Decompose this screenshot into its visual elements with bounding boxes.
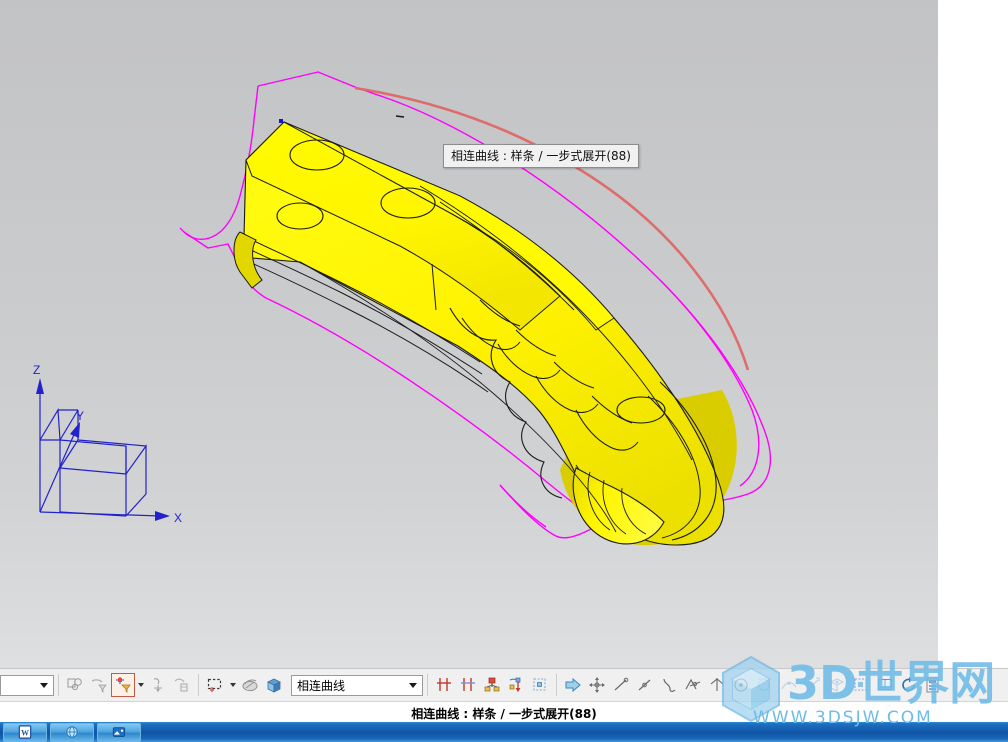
direction-arrow-button[interactable] — [561, 673, 585, 697]
tangent-snap-icon — [758, 678, 771, 691]
tangent-snap-button[interactable] — [753, 673, 777, 697]
end-point-snap-button[interactable] — [609, 673, 633, 697]
existing-point-button[interactable] — [801, 673, 825, 697]
rectangle-marquee-icon — [207, 678, 222, 692]
wcs-snap-button[interactable] — [849, 673, 873, 697]
triad-label-y: Y — [76, 409, 84, 423]
selection-scope-combo[interactable] — [0, 674, 54, 696]
cad-application-window: Z Y X 相连曲线 : 样条 / 一步式展开(88) 相连曲线 相连曲线: … — [0, 0, 1008, 742]
selection-handle-marker — [279, 119, 283, 123]
browser-globe-icon — [66, 726, 78, 738]
filter-selection-button[interactable] — [87, 673, 111, 697]
chevron-down-icon — [40, 682, 48, 688]
word-document-icon: W — [18, 725, 32, 739]
curve-rule-combo[interactable]: 相连曲线 — [291, 674, 423, 696]
select-objects-icon — [67, 678, 82, 691]
chain-features-icon — [484, 677, 500, 692]
arrow-right-icon — [565, 677, 581, 693]
rectangle-select-dropdown[interactable] — [227, 673, 238, 697]
chain-within-features-button[interactable] — [480, 673, 504, 697]
refresh-circle-icon — [902, 677, 915, 692]
intersection-snap-icon — [685, 678, 701, 690]
endpoint-snap-icon — [614, 677, 629, 691]
intersection-snap-button[interactable] — [681, 673, 705, 697]
select-component-button[interactable] — [170, 673, 194, 697]
wcs-snap-icon — [854, 678, 867, 691]
status-bar: 相连曲线 : 样条 / 一步式展开(88) — [0, 702, 1008, 723]
snap-point-dropdown[interactable] — [135, 673, 146, 697]
point-on-curve-icon — [781, 681, 797, 690]
snap-grid-button[interactable] — [528, 673, 552, 697]
shaded-face-icon — [242, 679, 258, 692]
point-on-face-icon — [829, 678, 845, 692]
stop-at-intersection-button[interactable] — [432, 673, 456, 697]
svg-text:W: W — [21, 729, 29, 738]
select-feature-button[interactable] — [146, 673, 170, 697]
triad-label-z: Z — [33, 363, 40, 377]
point-on-curve-button[interactable] — [777, 673, 801, 697]
feature-node-icon — [153, 678, 162, 692]
blue-app-icon — [112, 727, 126, 737]
snap-point-filter-icon — [116, 677, 131, 693]
curve-dash-marker — [395, 115, 405, 118]
toolbar-separator — [198, 674, 199, 696]
midpoint-snap-icon — [638, 679, 651, 691]
taskbar-item-app[interactable] — [97, 722, 141, 742]
funnel-filter-icon — [91, 679, 107, 693]
quadrant-snap-button[interactable] — [705, 673, 729, 697]
rectangle-select-button[interactable] — [203, 673, 227, 697]
taskbar-empty-area — [141, 722, 1008, 742]
selection-toolbar: 相连曲线 — [0, 668, 1008, 702]
grid-snap-toggle-button[interactable] — [873, 673, 897, 697]
curve-rule-options-button[interactable] — [504, 673, 528, 697]
control-point-snap-button[interactable] — [657, 673, 681, 697]
center-snap-icon — [734, 678, 748, 692]
triad-label-x: X — [174, 511, 182, 525]
solid-cube-icon — [267, 678, 281, 693]
point-constructor-button[interactable] — [585, 673, 609, 697]
toolbar-separator — [556, 674, 557, 696]
curve-rule-value: 相连曲线 — [297, 678, 346, 693]
stop-at-intersection-icon — [437, 678, 451, 691]
display-mode-button[interactable] — [921, 673, 945, 697]
wcs-triad: Z Y X — [33, 363, 182, 525]
curve-options-icon — [509, 677, 521, 692]
toolbar-separator — [427, 674, 428, 696]
face-point-button[interactable] — [825, 673, 849, 697]
existing-point-icon — [806, 677, 820, 691]
solid-body-model — [233, 115, 737, 546]
selection-tooltip: 相连曲线 : 样条 / 一步式展开(88) — [443, 144, 639, 168]
quadrant-snap-icon — [710, 678, 724, 691]
center-snap-button[interactable] — [729, 673, 753, 697]
follow-fillet-button[interactable] — [456, 673, 480, 697]
component-pick-icon — [174, 678, 188, 692]
point-move-icon — [589, 677, 605, 693]
control-point-icon — [663, 678, 676, 692]
select-general-objects-button[interactable] — [63, 673, 87, 697]
toolbar-separator — [58, 674, 59, 696]
follow-fillet-icon — [461, 678, 475, 691]
grid-snap-toggle-icon — [878, 679, 892, 690]
graphics-window[interactable]: Z Y X — [0, 0, 938, 668]
taskbar-item-word[interactable]: W — [3, 722, 47, 742]
snap-grid-icon — [533, 678, 546, 691]
status-message: 相连曲线 : 样条 / 一步式展开(88) — [411, 707, 597, 721]
windows-taskbar: W — [0, 722, 1008, 742]
taskbar-item-browser[interactable] — [50, 722, 94, 742]
midpoint-snap-button[interactable] — [633, 673, 657, 697]
solid-body-select-button[interactable] — [262, 673, 286, 697]
snap-point-button[interactable] — [111, 673, 135, 697]
face-select-button[interactable] — [238, 673, 262, 697]
chevron-down-icon — [409, 682, 417, 688]
refresh-view-button[interactable] — [897, 673, 921, 697]
display-mode-icon — [926, 677, 939, 693]
